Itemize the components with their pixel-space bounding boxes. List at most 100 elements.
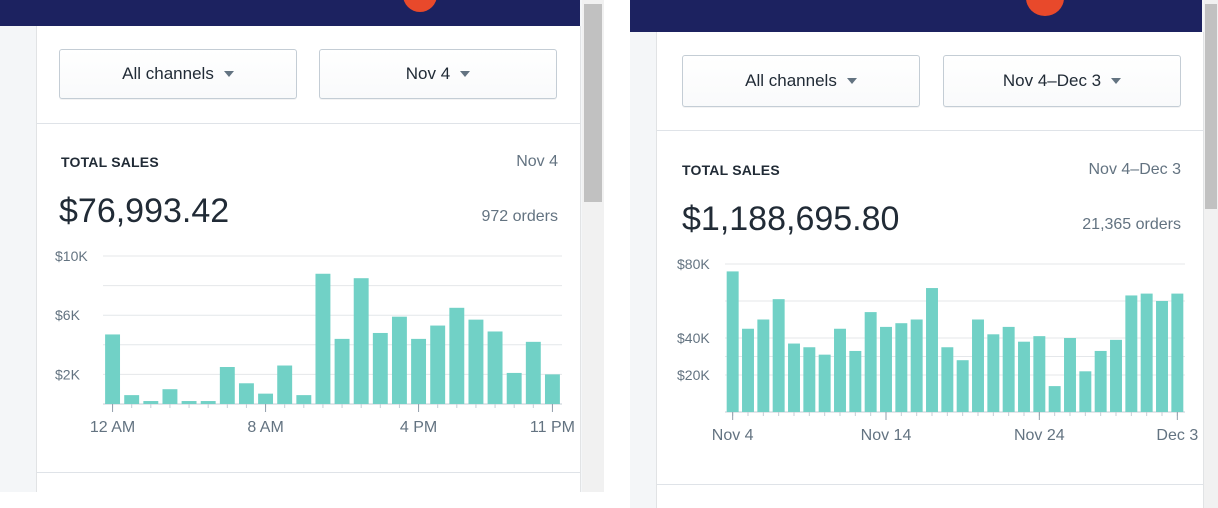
bar[interactable] bbox=[430, 325, 446, 404]
scrollbar-track[interactable] bbox=[1204, 0, 1218, 508]
bar[interactable] bbox=[803, 347, 816, 412]
chevron-down-icon bbox=[460, 71, 471, 77]
channel-dropdown[interactable]: All channels bbox=[59, 49, 297, 99]
scrollbar-track[interactable] bbox=[582, 0, 604, 492]
top-bar bbox=[630, 0, 1202, 32]
sales-card: All channels Nov 4–Dec 3 TOTAL SALES Nov… bbox=[656, 32, 1204, 508]
bar[interactable] bbox=[525, 341, 541, 404]
bar[interactable] bbox=[834, 328, 846, 412]
channel-dropdown-label: All channels bbox=[745, 71, 837, 90]
y-tick-label: $2K bbox=[55, 366, 81, 382]
y-tick-label: $20K bbox=[677, 367, 710, 383]
bar[interactable] bbox=[487, 331, 503, 404]
bar[interactable] bbox=[742, 328, 754, 412]
x-tick-label: 8 AM bbox=[247, 419, 283, 436]
bar[interactable] bbox=[726, 271, 739, 412]
bar[interactable] bbox=[910, 319, 923, 413]
y-tick-label: $40K bbox=[677, 330, 710, 346]
bar[interactable] bbox=[506, 372, 522, 404]
top-bar bbox=[0, 0, 580, 26]
bar[interactable] bbox=[1048, 386, 1061, 412]
bar[interactable] bbox=[219, 367, 235, 404]
bar[interactable] bbox=[818, 354, 831, 412]
x-tick-label: Dec 3 bbox=[1156, 427, 1198, 444]
bar[interactable] bbox=[1094, 350, 1107, 412]
bar[interactable] bbox=[1018, 341, 1030, 412]
bar[interactable] bbox=[334, 338, 350, 404]
bar[interactable] bbox=[1002, 326, 1015, 412]
bar[interactable] bbox=[1171, 293, 1184, 412]
bar[interactable] bbox=[1156, 301, 1168, 412]
bar[interactable] bbox=[1140, 293, 1153, 412]
x-tick-label: 4 PM bbox=[400, 419, 437, 436]
bar[interactable] bbox=[972, 319, 984, 413]
bar[interactable] bbox=[372, 332, 388, 404]
bar[interactable] bbox=[788, 343, 800, 412]
bar[interactable] bbox=[987, 334, 1000, 412]
bar[interactable] bbox=[895, 323, 908, 412]
divider bbox=[37, 123, 580, 124]
chevron-down-icon bbox=[1111, 78, 1122, 84]
bar[interactable] bbox=[926, 288, 938, 412]
bar[interactable] bbox=[411, 338, 427, 404]
section-title: TOTAL SALES bbox=[61, 154, 159, 170]
bar[interactable] bbox=[238, 383, 254, 404]
bar[interactable] bbox=[1033, 336, 1046, 412]
divider bbox=[37, 472, 580, 473]
bar[interactable] bbox=[1079, 371, 1092, 412]
bar[interactable] bbox=[757, 319, 770, 413]
x-tick-label: Nov 24 bbox=[1014, 427, 1065, 444]
bar[interactable] bbox=[277, 365, 293, 404]
bar[interactable] bbox=[880, 326, 892, 412]
bar[interactable] bbox=[258, 393, 274, 404]
bar[interactable] bbox=[315, 273, 331, 404]
right-screen: All channels Nov 4–Dec 3 TOTAL SALES Nov… bbox=[630, 0, 1218, 508]
bar[interactable] bbox=[864, 312, 877, 412]
x-tick-label: 12 AM bbox=[90, 419, 135, 436]
bar[interactable] bbox=[468, 319, 484, 404]
date-range-label: Nov 4–Dec 3 bbox=[1002, 71, 1102, 90]
bar[interactable] bbox=[544, 374, 560, 404]
date-range-label: Nov 4 bbox=[405, 64, 451, 83]
bar[interactable] bbox=[1110, 339, 1122, 412]
bar[interactable] bbox=[449, 307, 465, 404]
y-tick-label: $10K bbox=[55, 248, 88, 264]
bar[interactable] bbox=[941, 347, 954, 412]
bar[interactable] bbox=[162, 389, 178, 404]
date-range-dropdown[interactable]: Nov 4–Dec 3 bbox=[943, 55, 1181, 107]
x-tick-label: Nov 14 bbox=[861, 427, 912, 444]
bar[interactable] bbox=[296, 395, 312, 404]
bar[interactable] bbox=[956, 360, 969, 412]
bar[interactable] bbox=[124, 395, 140, 404]
bar[interactable] bbox=[181, 401, 197, 404]
bar[interactable] bbox=[353, 278, 369, 404]
bar[interactable] bbox=[1125, 295, 1138, 412]
orders-count: 21,365 orders bbox=[1082, 216, 1181, 233]
bar[interactable] bbox=[143, 401, 159, 404]
divider bbox=[657, 130, 1203, 131]
section-title: TOTAL SALES bbox=[682, 162, 780, 178]
section-date: Nov 4–Dec 3 bbox=[1088, 161, 1182, 178]
divider bbox=[657, 484, 1203, 485]
bar[interactable] bbox=[391, 316, 407, 404]
chevron-down-icon bbox=[223, 71, 234, 77]
y-tick-label: $80K bbox=[677, 256, 710, 272]
bar[interactable] bbox=[105, 334, 121, 404]
bar[interactable] bbox=[849, 350, 862, 412]
channel-dropdown[interactable]: All channels bbox=[682, 55, 920, 107]
scrollbar-thumb[interactable] bbox=[584, 4, 602, 202]
section-date: Nov 4 bbox=[516, 153, 558, 170]
scrollbar-thumb[interactable] bbox=[1205, 4, 1217, 209]
total-sales-value: $1,188,695.80 bbox=[682, 200, 900, 238]
orders-count: 972 orders bbox=[481, 208, 559, 225]
y-tick-label: $6K bbox=[55, 307, 81, 323]
bar[interactable] bbox=[772, 299, 785, 412]
chevron-down-icon bbox=[846, 78, 857, 84]
sales-bar-chart: $10K $6K $2K 12 AM 8 AM 4 PM 11 PM bbox=[55, 248, 575, 436]
bar[interactable] bbox=[200, 401, 216, 404]
date-range-dropdown[interactable]: Nov 4 bbox=[319, 49, 557, 99]
x-tick-label: 11 PM bbox=[530, 419, 575, 436]
bar[interactable] bbox=[1064, 338, 1076, 412]
sales-bar-chart: $80K $40K $20K Nov 4 Nov 14 Nov 24 Dec 3 bbox=[677, 256, 1198, 444]
left-screen: All channels Nov 4 TOTAL SALES Nov 4 $76… bbox=[0, 0, 604, 492]
